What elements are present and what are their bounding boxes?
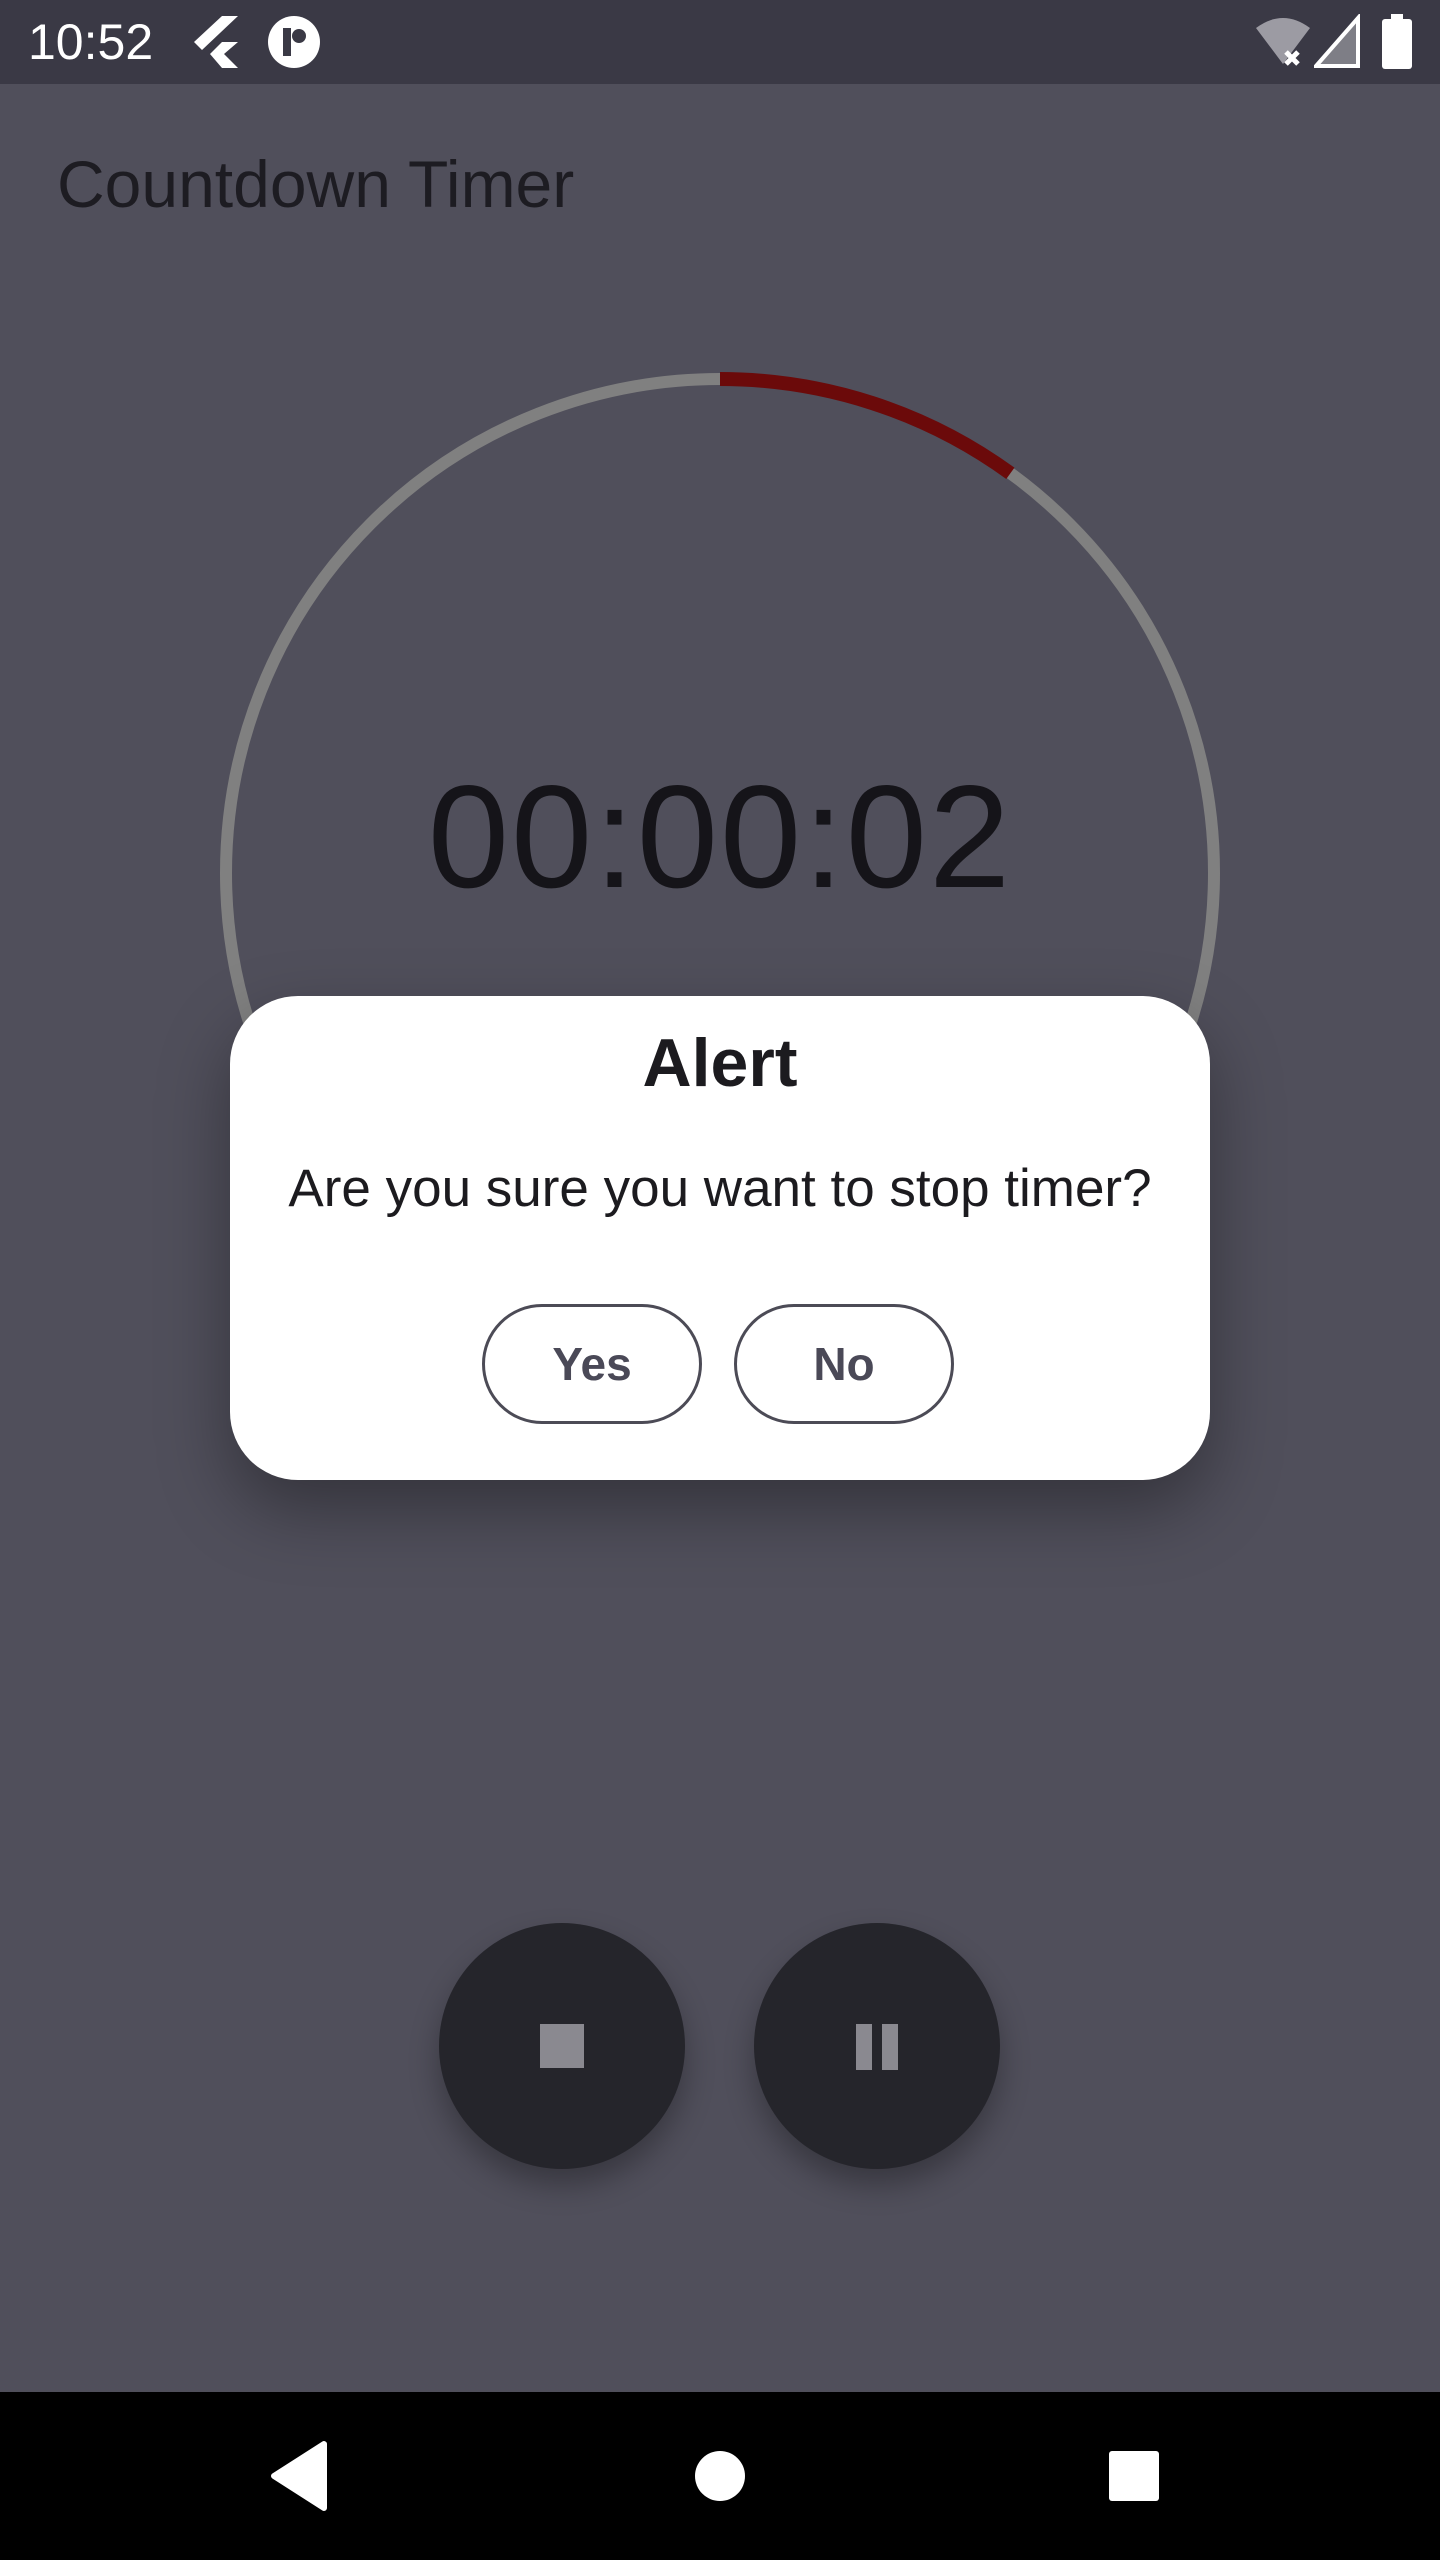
navigation-bar	[0, 2392, 1440, 2560]
home-icon[interactable]	[620, 2392, 820, 2560]
pause-button[interactable]	[754, 1923, 1000, 2169]
dialog-message: Are you sure you want to stop timer?	[288, 1159, 1152, 1218]
back-icon[interactable]	[200, 2392, 400, 2560]
pause-icon	[856, 2024, 872, 2070]
stop-icon	[540, 2024, 584, 2068]
pause-icon-bar	[882, 2024, 898, 2070]
yes-button[interactable]: Yes	[482, 1304, 702, 1424]
dialog-title: Alert	[642, 1025, 798, 1101]
stop-button[interactable]	[439, 1923, 685, 2169]
no-button[interactable]: No	[734, 1304, 954, 1424]
recents-icon[interactable]	[1034, 2392, 1234, 2560]
timer-display: 00:00:02	[427, 755, 1013, 918]
stop-timer-dialog: Alert Are you sure you want to stop time…	[230, 996, 1210, 1480]
timer-ring-progress	[719, 372, 1015, 480]
